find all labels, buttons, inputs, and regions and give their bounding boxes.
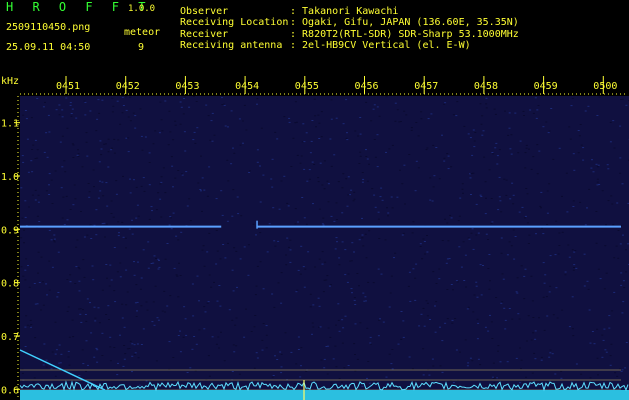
time-tick-label-0455: 0455	[295, 81, 319, 92]
time-tick-label-0452: 0452	[116, 81, 140, 92]
freq-tick-label-1.0: 1.0	[1, 172, 19, 183]
file-name: 2509110450.png	[6, 22, 91, 33]
time-tick-label-0457: 0457	[414, 81, 438, 92]
time-tick-label-0459: 0459	[534, 81, 558, 92]
bottom-noise-band	[20, 390, 629, 400]
detector-label: meteor	[124, 27, 161, 38]
antenna-value: : 2el-HB9CV Vertical (el. E-W)	[290, 40, 471, 51]
receiver-label: Receiver	[180, 29, 229, 40]
app-version: 1.0.0	[128, 4, 156, 14]
freq-tick-label-0.9: 0.9	[1, 225, 19, 236]
location-value: : Ogaki, Gifu, JAPAN (136.60E, 35.35N)	[290, 17, 519, 28]
location-label: Receiving Location	[180, 17, 289, 28]
freq-tick-label-1.1: 1.1	[1, 119, 19, 130]
time-tick-label-0453: 0453	[175, 81, 199, 92]
observer-value: : Takanori Kawachi	[290, 6, 399, 17]
time-tick-label-0451: 0451	[56, 81, 80, 92]
freq-tick-label-0.7: 0.7	[1, 332, 19, 343]
header-panel: H R O F F T 1.0.0 2509110450.png 25.09.1…	[0, 0, 629, 72]
capture-datetime: 25.09.11 04:50	[6, 42, 91, 53]
time-tick-label-0454: 0454	[235, 81, 259, 92]
observer-label: Observer	[180, 6, 229, 17]
time-tick-label-0500: 0500	[593, 81, 617, 92]
time-tick-label-0458: 0458	[474, 81, 498, 92]
freq-tick-label-0.6: 0.6	[1, 385, 19, 396]
freq-axis-unit: kHz	[1, 76, 19, 87]
receiver-value: : R820T2(RTL-SDR) SDR-Sharp 53.1000MHz	[290, 29, 519, 40]
freq-tick-label-0.8: 0.8	[1, 279, 19, 290]
noise-background	[20, 96, 629, 400]
meteor-count: 9	[138, 42, 145, 53]
spectrogram: kHz 0451 0452 0453 0454 0455 0456 0457 0458 0459 0…	[1, 76, 629, 400]
time-tick-label-0456: 0456	[355, 81, 379, 92]
antenna-label: Receiving antenna	[180, 40, 283, 51]
